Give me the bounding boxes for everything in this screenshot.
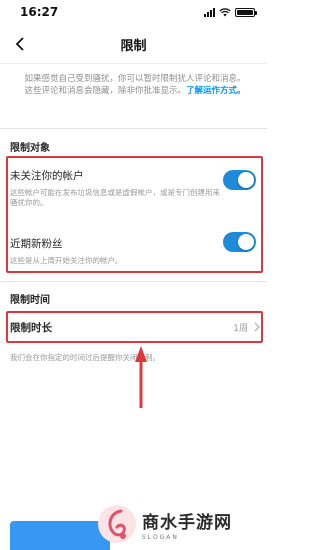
watermark-subtext: SLOGAN [142,533,179,541]
bottom-action-button[interactable] [10,521,110,550]
watermark-text: 商水手游网 [142,512,232,533]
watermark-text-block: 商水手游网 SLOGAN [142,508,232,541]
watermark: 商水手游网 SLOGAN [96,503,232,545]
annotation-arrow [135,346,147,408]
watermark-logo-icon [98,505,136,543]
